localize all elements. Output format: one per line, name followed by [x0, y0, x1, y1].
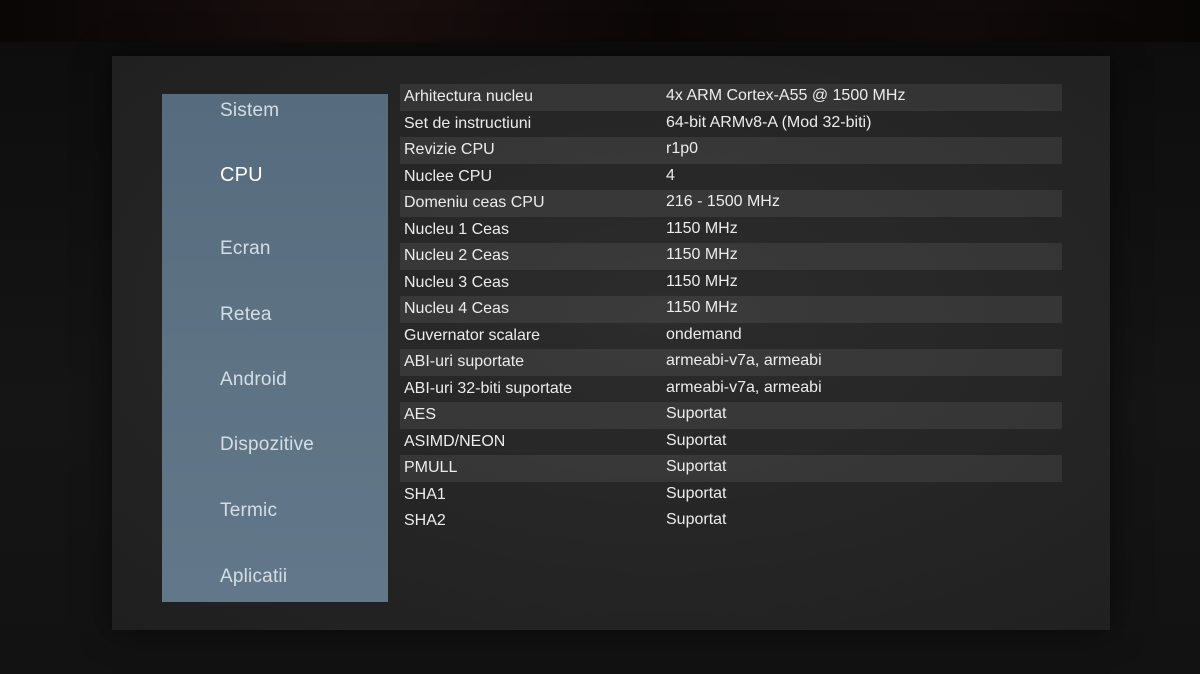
table-row: ABI-uri suportate armeabi-v7a, armeabi: [400, 349, 1062, 376]
table-row: Set de instructiuni 64-bit ARMv8-A (Mod …: [400, 111, 1062, 138]
row-value: 4: [666, 166, 675, 184]
row-label: ASIMD/NEON: [404, 432, 506, 450]
row-label: ABI-uri suportate: [404, 353, 525, 370]
row-label: Revizie CPU: [404, 141, 495, 158]
sidebar: Sistem CPU Ecran Retea Android Dispoziti…: [162, 94, 388, 602]
row-value: 64-bit ARMv8-A (Mod 32-biti): [666, 113, 872, 131]
row-label: Nucleu 1 Ceas: [404, 220, 509, 238]
cpu-info-table: Arhitectura nucleu 4x ARM Cortex-A55 @ 1…: [400, 84, 1062, 535]
row-label: Arhitectura nucleu: [404, 88, 533, 105]
sidebar-item-sistem[interactable]: Sistem: [220, 100, 279, 122]
sidebar-item-retea[interactable]: Retea: [220, 304, 272, 326]
table-row: SHA2 Suportat: [400, 508, 1062, 535]
table-row: ABI-uri 32-biti suportate armeabi-v7a, a…: [400, 376, 1062, 403]
table-row: Guvernator scalare ondemand: [400, 323, 1062, 350]
row-value: 4x ARM Cortex-A55 @ 1500 MHz: [666, 87, 906, 104]
table-row: Nucleu 1 Ceas 1150 MHz: [400, 217, 1062, 244]
row-label: SHA1: [404, 485, 446, 503]
row-label: Guvernator scalare: [404, 326, 541, 344]
sidebar-item-ecran[interactable]: Ecran: [220, 238, 271, 260]
row-value: r1p0: [666, 140, 699, 157]
row-label: ABI-uri 32-biti suportate: [404, 379, 573, 397]
row-label: Nucleu 2 Ceas: [404, 247, 509, 264]
table-row: ASIMD/NEON Suportat: [400, 429, 1062, 456]
row-label: Domeniu ceas CPU: [404, 194, 545, 211]
sidebar-item-cpu[interactable]: CPU: [220, 164, 263, 187]
table-row: SHA1 Suportat: [400, 482, 1062, 509]
row-value: Suportat: [666, 405, 727, 422]
row-label: Nucleu 3 Ceas: [404, 273, 509, 291]
table-row: Nucleu 3 Ceas 1150 MHz: [400, 270, 1062, 297]
sidebar-item-dispozitive[interactable]: Dispozitive: [220, 434, 314, 456]
row-label: Nucleu 4 Ceas: [404, 300, 509, 317]
photo-background: Sistem CPU Ecran Retea Android Dispoziti…: [0, 0, 1200, 674]
table-row: AES Suportat: [400, 402, 1062, 429]
row-value: Suportat: [666, 484, 727, 502]
row-label: PMULL: [404, 459, 458, 476]
table-row: Nuclee CPU 4: [400, 164, 1062, 191]
room-ceiling: [0, 0, 1200, 42]
row-value: 1150 MHz: [666, 272, 738, 290]
table-row: PMULL Suportat: [400, 455, 1062, 482]
row-label: Set de instructiuni: [404, 114, 532, 132]
table-row: Arhitectura nucleu 4x ARM Cortex-A55 @ 1…: [400, 84, 1062, 111]
table-row: Revizie CPU r1p0: [400, 137, 1062, 164]
row-value: Suportat: [666, 458, 727, 475]
sidebar-item-aplicatii[interactable]: Aplicatii: [220, 566, 287, 588]
table-row: Nucleu 4 Ceas 1150 MHz: [400, 296, 1062, 323]
row-value: 1150 MHz: [666, 299, 738, 316]
row-value: Suportat: [666, 431, 727, 449]
sidebar-item-android[interactable]: Android: [220, 369, 287, 391]
row-label: AES: [404, 406, 437, 423]
row-value: armeabi-v7a, armeabi: [666, 352, 822, 369]
row-value: 1150 MHz: [666, 219, 738, 237]
table-row: Domeniu ceas CPU 216 - 1500 MHz: [400, 190, 1062, 217]
row-value: 216 - 1500 MHz: [666, 193, 780, 210]
sidebar-item-termic[interactable]: Termic: [220, 500, 277, 522]
row-value: 1150 MHz: [666, 246, 738, 263]
row-label: SHA2: [404, 512, 446, 529]
row-value: armeabi-v7a, armeabi: [666, 378, 822, 396]
table-row: Nucleu 2 Ceas 1150 MHz: [400, 243, 1062, 270]
row-value: Suportat: [666, 511, 727, 528]
projected-screen: Sistem CPU Ecran Retea Android Dispoziti…: [112, 56, 1110, 630]
row-value: ondemand: [666, 325, 742, 343]
row-label: Nuclee CPU: [404, 167, 493, 185]
